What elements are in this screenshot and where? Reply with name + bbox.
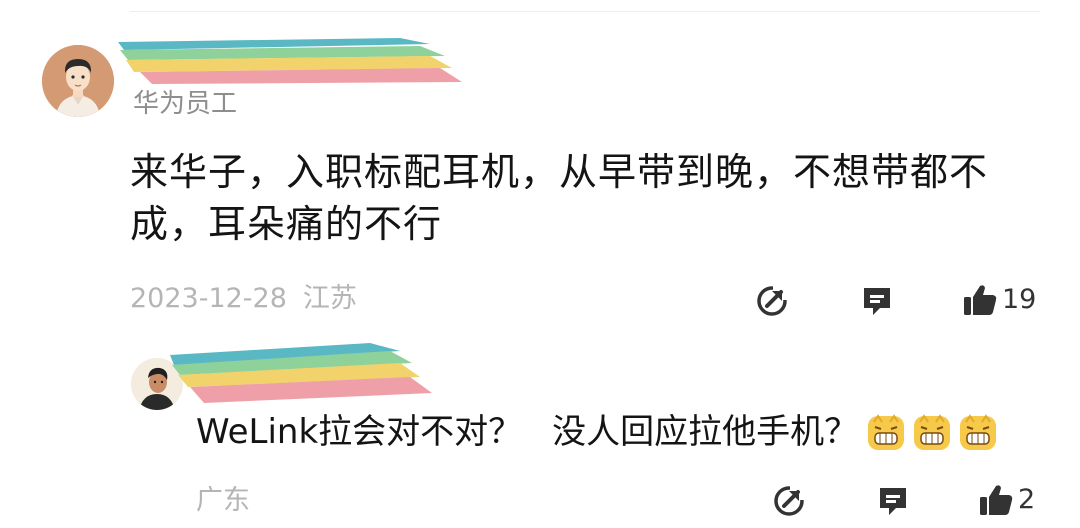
top-divider	[130, 11, 1040, 12]
reply-text-part2: 没人回应拉他手机？	[552, 412, 859, 452]
comment-thread: 华为员工 来华子，入职标配耳机，从早带到晚，不想带都不成，耳朵痛的不行 2023…	[0, 0, 1080, 528]
like-button[interactable]: 19	[962, 282, 1036, 318]
share-button[interactable]	[755, 284, 789, 318]
reply-location: 广东	[196, 485, 250, 516]
grinning-emoji	[914, 414, 951, 450]
comment-date: 2023-12-28	[130, 283, 287, 314]
grinning-emoji	[868, 414, 905, 450]
comment-meta: 2023-12-28 江苏	[130, 281, 357, 317]
like-count: 19	[1002, 284, 1037, 315]
reply-body: WeLink拉会对不对？ 没人回应拉他手机？	[196, 408, 1036, 456]
comment-location: 江苏	[302, 283, 357, 314]
comment-icon	[864, 288, 890, 315]
thumbs-up-icon	[980, 485, 1013, 515]
reply-share-button[interactable]	[772, 484, 806, 518]
reply-like-count: 2	[1018, 484, 1036, 515]
reply-button[interactable]	[860, 284, 894, 318]
share-icon	[757, 284, 789, 316]
username-redaction	[100, 34, 465, 92]
reply-reply-button[interactable]	[876, 484, 910, 518]
grinning-emoji	[960, 414, 997, 450]
user-badge: 华为员工	[133, 89, 238, 119]
comment-icon	[880, 488, 906, 515]
emoji-row	[866, 412, 998, 452]
reply-text-part1: WeLink拉会对不对？	[196, 412, 523, 452]
thumbs-up-icon	[964, 285, 997, 315]
reply-like-button[interactable]: 2	[978, 482, 1035, 518]
comment-body: 来华子，入职标配耳机，从早带到晚，不想带都不成，耳朵痛的不行	[130, 150, 989, 246]
share-icon	[774, 484, 806, 516]
reply-username-redaction	[160, 341, 435, 411]
